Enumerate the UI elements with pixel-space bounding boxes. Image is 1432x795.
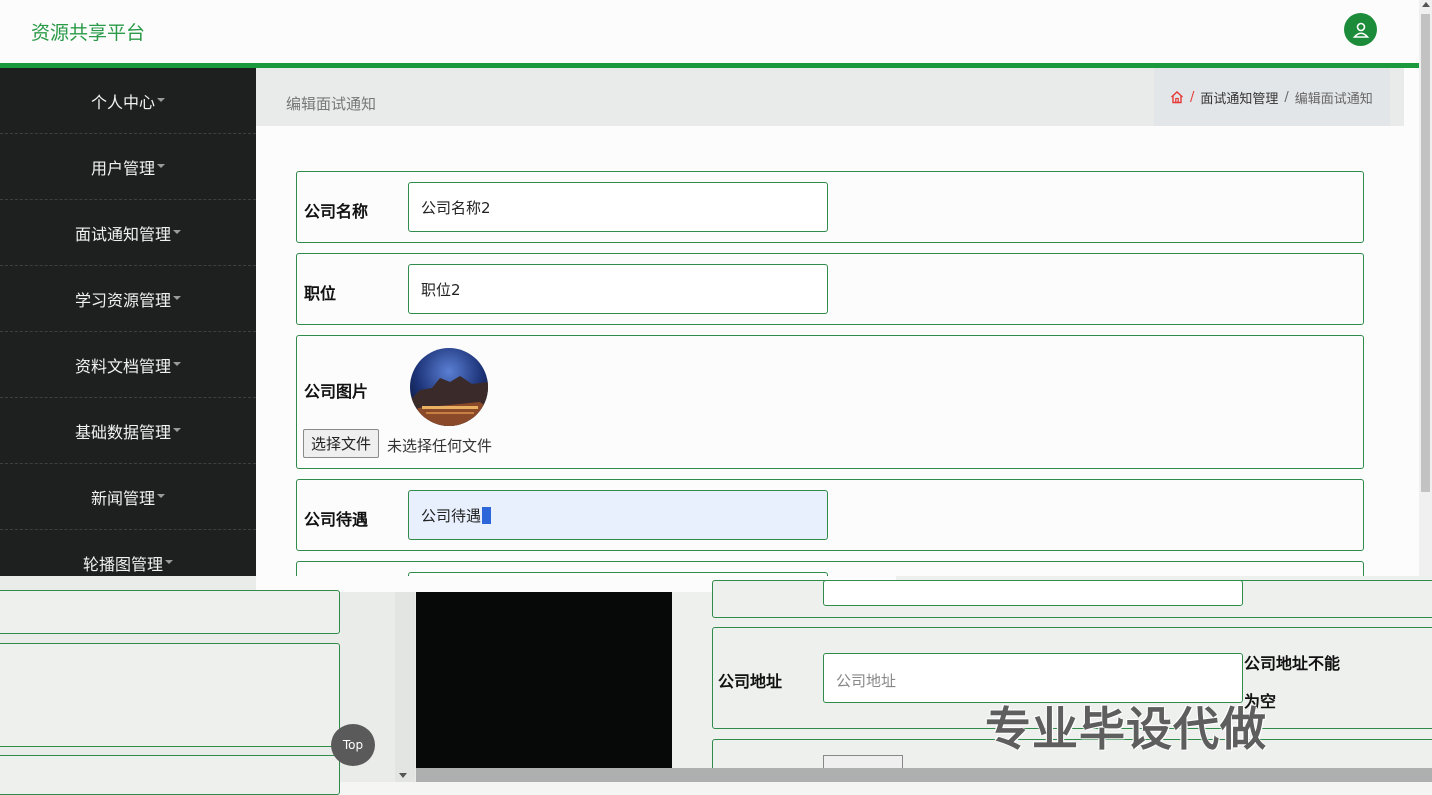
sidebar-item-user-management[interactable]: 用户管理	[0, 134, 256, 200]
overlay-form-box	[0, 755, 340, 795]
address-input-placeholder: 公司地址	[836, 672, 897, 690]
chevron-down-icon	[173, 361, 181, 366]
form-row-partial	[296, 561, 1364, 576]
benefits-input-value: 公司待遇	[421, 506, 482, 525]
sidebar-item-interview-notices[interactable]: 面试通知管理	[0, 200, 256, 266]
sidebar-item-label: 个人中心	[90, 92, 155, 112]
breadcrumb-link-parent[interactable]: 面试通知管理	[1200, 88, 1278, 107]
sidebar-item-documents[interactable]: 资料文档管理	[0, 332, 256, 398]
overlay-bottom-strip	[416, 768, 1432, 782]
form-row-position: 职位 职位2	[296, 253, 1364, 325]
sidebar-item-label: 资料文档管理	[74, 356, 171, 376]
sidebar-item-learning-resources[interactable]: 学习资源管理	[0, 266, 256, 332]
sidebar-item-base-data[interactable]: 基础数据管理	[0, 398, 256, 464]
choose-file-button[interactable]: 选择文件	[303, 429, 380, 458]
chevron-down-icon	[157, 493, 165, 498]
form-row-company-image: 公司图片 选择文件 未选择任何文件	[296, 335, 1364, 469]
overlay-form-box	[0, 590, 340, 634]
company-image-label: 公司图片	[304, 382, 369, 401]
chevron-down-icon	[165, 559, 173, 564]
form-row-company-name: 公司名称 公司名称2	[296, 171, 1364, 243]
position-label: 职位	[304, 284, 337, 303]
scrollbar-thumb[interactable]	[1421, 14, 1430, 492]
chevron-down-icon	[157, 163, 165, 168]
address-error-text: 公司地址不能	[1244, 654, 1341, 673]
breadcrumb-separator: /	[1190, 89, 1195, 105]
top-header: 资源共享平台	[0, 0, 1419, 68]
home-icon[interactable]	[1170, 90, 1184, 104]
back-to-top-button[interactable]: Top	[331, 724, 375, 766]
scroll-up-arrow-icon[interactable]	[1422, 2, 1430, 7]
user-icon	[1352, 22, 1369, 38]
chevron-down-icon	[173, 295, 181, 300]
overlay-scrollbar[interactable]	[395, 592, 415, 782]
page-title-bar: 编辑面试通知 / 面试通知管理 / 编辑面试通知	[256, 68, 1404, 126]
breadcrumb-separator: /	[1284, 89, 1289, 105]
benefits-label: 公司待遇	[304, 510, 369, 529]
position-input[interactable]: 职位2	[408, 264, 828, 314]
user-avatar-button[interactable]	[1344, 13, 1377, 46]
sidebar-nav: 个人中心 用户管理 面试通知管理 学习资源管理 资料文档管理 基础数据管理 新闻…	[0, 68, 256, 592]
company-image-preview	[410, 348, 488, 426]
text-selection-cursor	[482, 506, 492, 524]
form-row-benefits: 公司待遇 公司待遇	[296, 479, 1364, 551]
chevron-down-icon	[173, 427, 181, 432]
breadcrumb-current: 编辑面试通知	[1294, 91, 1373, 107]
chevron-down-icon	[173, 229, 181, 234]
benefits-input[interactable]: 公司待遇	[408, 490, 828, 540]
page-title: 编辑面试通知	[286, 95, 377, 113]
sidebar-item-label: 用户管理	[90, 158, 155, 178]
chevron-down-icon	[157, 97, 165, 102]
file-status-text: 未选择任何文件	[387, 437, 493, 455]
breadcrumb: / 面试通知管理 / 编辑面试通知	[1154, 68, 1390, 126]
sidebar-item-label: 轮播图管理	[82, 554, 163, 574]
sidebar-item-label: 面试通知管理	[74, 224, 171, 244]
main-content: 编辑面试通知 / 面试通知管理 / 编辑面试通知 公司名称 公司名称2 职位 职…	[256, 68, 1419, 576]
sidebar-item-news[interactable]: 新闻管理	[0, 464, 256, 530]
company-name-input[interactable]: 公司名称2	[408, 182, 828, 232]
sidebar-item-label: 新闻管理	[90, 488, 155, 508]
sidebar-item-label: 基础数据管理	[74, 422, 171, 442]
scroll-down-arrow-icon[interactable]	[399, 773, 407, 778]
sidebar-item-label: 学习资源管理	[74, 290, 171, 310]
watermark-text: 专业毕设代做	[985, 702, 1267, 756]
overlay-form-box	[0, 643, 340, 747]
overlay-video-panel	[416, 592, 672, 768]
overlay-input[interactable]	[823, 580, 1243, 606]
address-label: 公司地址	[718, 672, 783, 691]
company-name-label: 公司名称	[304, 202, 369, 221]
brand-title: 资源共享平台	[31, 22, 146, 44]
sidebar-item-personal-center[interactable]: 个人中心	[0, 68, 256, 134]
